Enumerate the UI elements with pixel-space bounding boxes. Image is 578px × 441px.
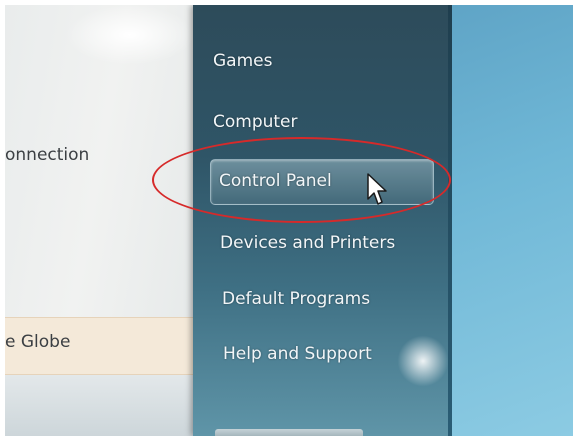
menu-item-default-programs[interactable]: Default Programs (222, 289, 370, 309)
globe-row[interactable]: e Globe (5, 317, 197, 375)
shutdown-button[interactable] (215, 429, 363, 436)
glare (65, 5, 195, 65)
desktop-background (448, 5, 573, 436)
menu-item-games[interactable]: Games (213, 51, 272, 71)
background-window: onnection e Globe (5, 5, 201, 436)
menu-item-devices-and-printers[interactable]: Devices and Printers (220, 233, 395, 253)
window-bottom (5, 375, 201, 436)
screen-glare (393, 331, 453, 391)
connection-label[interactable]: onnection (5, 145, 89, 165)
annotation-ellipse (152, 137, 451, 223)
arrow-pointer-icon (367, 173, 387, 205)
globe-label: e Globe (5, 332, 71, 352)
menu-item-help-and-support[interactable]: Help and Support (223, 344, 372, 364)
menu-item-computer[interactable]: Computer (213, 112, 298, 132)
menu-edge (448, 5, 452, 436)
